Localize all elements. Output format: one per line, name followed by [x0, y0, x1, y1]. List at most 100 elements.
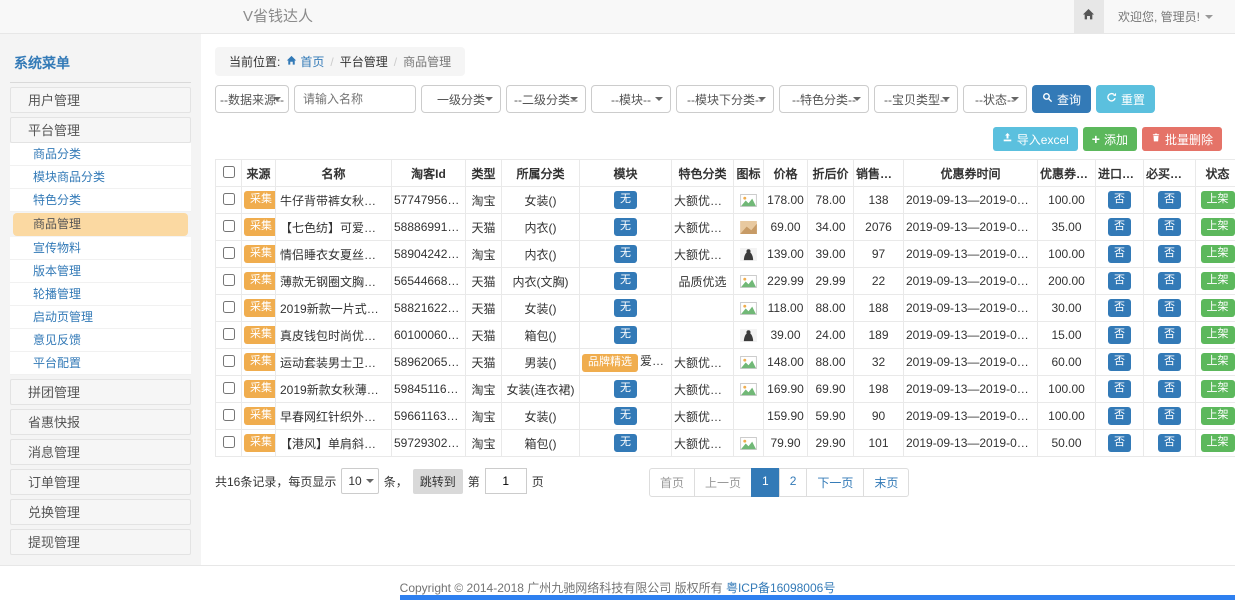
- feature-category-select[interactable]: --特色分类--: [779, 85, 869, 113]
- checkbox-cell: [216, 376, 242, 403]
- imported-cell: 否: [1096, 322, 1144, 349]
- row-checkbox[interactable]: [223, 274, 235, 286]
- page-button[interactable]: 2: [779, 468, 808, 497]
- chevron-down-icon: [366, 479, 374, 483]
- item-type-select[interactable]: --宝贝类型--: [874, 85, 958, 113]
- feature-category: 大额优惠券: [672, 241, 734, 268]
- sidebar-item[interactable]: 宣传物料: [10, 237, 191, 260]
- must-buy-badge: 否: [1158, 245, 1181, 263]
- price: 139.00: [764, 241, 808, 268]
- row-checkbox[interactable]: [223, 409, 235, 421]
- page-button[interactable]: 末页: [863, 468, 909, 497]
- discount-price: 29.99: [808, 268, 854, 295]
- home-button[interactable]: [1074, 0, 1104, 33]
- records-total-text: 共16条记录，每页显示: [215, 473, 336, 490]
- source-badge: 采集: [244, 326, 276, 344]
- status-badge: 上架: [1201, 380, 1235, 398]
- sidebar-item[interactable]: 商品管理: [13, 213, 188, 236]
- category: 内衣(): [502, 241, 580, 268]
- icon-cell: [734, 349, 764, 376]
- sidebar-item[interactable]: 订单管理: [10, 469, 191, 495]
- checkbox-cell: [216, 430, 242, 457]
- app-title: V省钱达人: [243, 0, 313, 33]
- source-cell: 采集: [242, 376, 276, 403]
- reset-button[interactable]: 重置: [1096, 85, 1155, 113]
- search-icon: [1042, 92, 1053, 106]
- page-button[interactable]: 下一页: [806, 468, 864, 497]
- batch-delete-button[interactable]: 批量删除: [1142, 127, 1222, 151]
- sidebar-item[interactable]: 用户管理: [10, 87, 191, 113]
- module-select[interactable]: --模块--: [591, 85, 671, 113]
- page-button[interactable]: 首页: [649, 468, 695, 497]
- row-checkbox[interactable]: [223, 355, 235, 367]
- module-badge: 无: [614, 434, 637, 452]
- discount-price: 29.90: [808, 430, 854, 457]
- coupon-time: 2019-09-13—2019-09-15: [904, 349, 1038, 376]
- sidebar-item[interactable]: 拼团管理: [10, 379, 191, 405]
- table-row: 采集早春网红针织外套女春...596611634525淘宝女装()无大额优惠券1…: [216, 403, 1235, 430]
- import-excel-button[interactable]: 导入excel: [993, 127, 1078, 151]
- level2-category-select[interactable]: --二级分类--: [506, 85, 586, 113]
- coupon-time: 2019-09-13—2019-09-17: [904, 376, 1038, 403]
- page-button[interactable]: 上一页: [694, 468, 752, 497]
- must-buy-badge: 否: [1158, 407, 1181, 425]
- page-button[interactable]: 1: [751, 468, 780, 497]
- sidebar-item[interactable]: 意见反馈: [10, 329, 191, 352]
- row-checkbox[interactable]: [223, 301, 235, 313]
- sidebar-item[interactable]: 启动页管理: [10, 306, 191, 329]
- sidebar-item[interactable]: 平台管理: [10, 117, 191, 143]
- table-header-row: 来源名称淘客Id类型所属分类模块特色分类图标价格折后价销售数量优惠券时间优惠券金…: [216, 160, 1235, 187]
- data-source-select[interactable]: --数据来源--: [215, 85, 289, 113]
- sidebar-item[interactable]: 模块商品分类: [10, 166, 191, 189]
- jump-button[interactable]: 跳转到: [413, 469, 463, 494]
- row-checkbox[interactable]: [223, 436, 235, 448]
- breadcrumb: 当前位置: 首页 / 平台管理 / 商品管理: [215, 47, 465, 76]
- status-cell: 上架: [1196, 403, 1235, 430]
- row-checkbox[interactable]: [223, 193, 235, 205]
- module-badge: 无: [614, 191, 637, 209]
- sidebar-item[interactable]: 商品分类: [10, 143, 191, 166]
- sidebar-item[interactable]: 版本管理: [10, 260, 191, 283]
- discount-price: 69.90: [808, 376, 854, 403]
- name-search-input[interactable]: [294, 85, 416, 113]
- level1-category-select[interactable]: 一级分类: [421, 85, 501, 113]
- row-checkbox[interactable]: [223, 220, 235, 232]
- page-number-input[interactable]: [485, 468, 527, 494]
- chevron-down-icon: [853, 97, 861, 101]
- icp-link[interactable]: 粤ICP备16098006号: [726, 581, 835, 595]
- sidebar-item[interactable]: 轮播管理: [10, 283, 191, 306]
- sidebar-item[interactable]: 省惠快报: [10, 409, 191, 435]
- status-select[interactable]: --状态--: [963, 85, 1027, 113]
- select-all-checkbox[interactable]: [223, 166, 235, 178]
- sidebar-item[interactable]: 提现管理: [10, 529, 191, 555]
- platform-type: 淘宝: [466, 430, 502, 457]
- breadcrumb-home-link[interactable]: 首页: [286, 53, 324, 70]
- jump-suffix: 页: [532, 473, 544, 490]
- sidebar-item[interactable]: 平台配置: [10, 352, 191, 375]
- imported-badge: 否: [1108, 191, 1131, 209]
- per-page-select[interactable]: 10: [341, 468, 378, 494]
- sidebar: 系统菜单 用户管理平台管理商品分类模块商品分类特色分类商品管理宣传物料版本管理轮…: [0, 34, 201, 565]
- horizontal-scrollbar-thumb[interactable]: [400, 595, 1235, 600]
- source-badge: 采集: [244, 380, 276, 398]
- discount-price: 24.00: [808, 322, 854, 349]
- platform-type: 天猫: [466, 268, 502, 295]
- sidebar-item[interactable]: 消息管理: [10, 439, 191, 465]
- row-checkbox[interactable]: [223, 382, 235, 394]
- chevron-down-icon: [570, 97, 578, 101]
- add-button[interactable]: + 添加: [1083, 127, 1137, 151]
- plus-icon: +: [1092, 132, 1100, 146]
- query-button[interactable]: 查询: [1032, 85, 1091, 113]
- imported-badge: 否: [1108, 326, 1131, 344]
- sidebar-item[interactable]: 特色分类: [10, 189, 191, 212]
- row-checkbox[interactable]: [223, 328, 235, 340]
- feature-category: 大额优惠券: [672, 403, 734, 430]
- status-badge: 上架: [1201, 434, 1235, 452]
- product-image-icon: [740, 383, 757, 396]
- row-checkbox[interactable]: [223, 247, 235, 259]
- module-subcategory-select[interactable]: --模块下分类--: [676, 85, 774, 113]
- user-menu[interactable]: 欢迎您, 管理员!: [1104, 0, 1227, 33]
- status-cell: 上架: [1196, 214, 1235, 241]
- status-badge: 上架: [1201, 272, 1235, 290]
- sidebar-item[interactable]: 兑换管理: [10, 499, 191, 525]
